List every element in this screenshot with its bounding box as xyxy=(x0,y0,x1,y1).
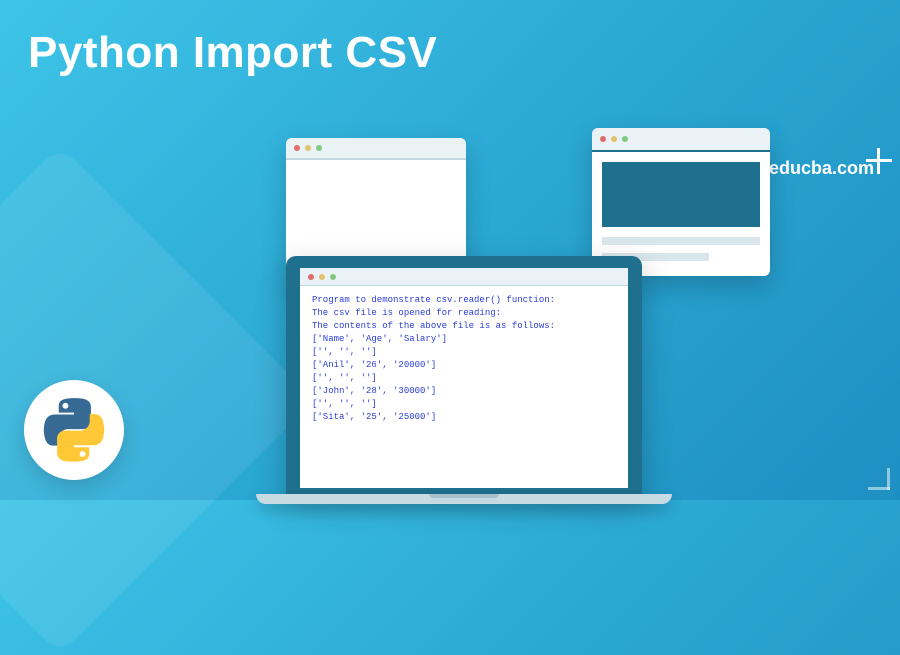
laptop-screen: Program to demonstrate csv.reader() func… xyxy=(300,268,628,488)
code-line: ['John', '28', '30000'] xyxy=(312,385,616,398)
page-title: Python Import CSV xyxy=(28,28,437,78)
minimize-dot-icon xyxy=(611,136,617,142)
maximize-dot-icon xyxy=(622,136,628,142)
content-rectangle xyxy=(602,162,760,227)
laptop-illustration: Program to demonstrate csv.reader() func… xyxy=(286,256,642,504)
code-line: Program to demonstrate csv.reader() func… xyxy=(312,294,616,307)
window-titlebar xyxy=(286,138,466,160)
code-line: ['', '', ''] xyxy=(312,346,616,359)
code-line: The contents of the above file is as fol… xyxy=(312,320,616,333)
close-dot-icon xyxy=(308,274,314,280)
code-line: ['', '', ''] xyxy=(312,372,616,385)
placeholder-line xyxy=(602,237,760,245)
laptop-base xyxy=(256,494,672,504)
code-line: ['Anil', '26', '20000'] xyxy=(312,359,616,372)
window-titlebar xyxy=(592,128,770,152)
corner-decoration-icon xyxy=(868,468,890,490)
maximize-dot-icon xyxy=(316,145,322,151)
code-line: ['Name', 'Age', 'Salary'] xyxy=(312,333,616,346)
laptop-frame: Program to demonstrate csv.reader() func… xyxy=(286,256,642,494)
python-logo-icon xyxy=(42,398,106,462)
maximize-dot-icon xyxy=(330,274,336,280)
close-dot-icon xyxy=(294,145,300,151)
code-line: ['Sita', '25', '25000'] xyxy=(312,411,616,424)
plus-decoration-icon xyxy=(866,148,892,174)
python-logo-badge xyxy=(24,380,124,480)
close-dot-icon xyxy=(600,136,606,142)
code-line: ['', '', ''] xyxy=(312,398,616,411)
minimize-dot-icon xyxy=(305,145,311,151)
browser-window-right xyxy=(592,128,770,276)
window-titlebar xyxy=(300,268,628,286)
minimize-dot-icon xyxy=(319,274,325,280)
code-line: The csv file is opened for reading: xyxy=(312,307,616,320)
